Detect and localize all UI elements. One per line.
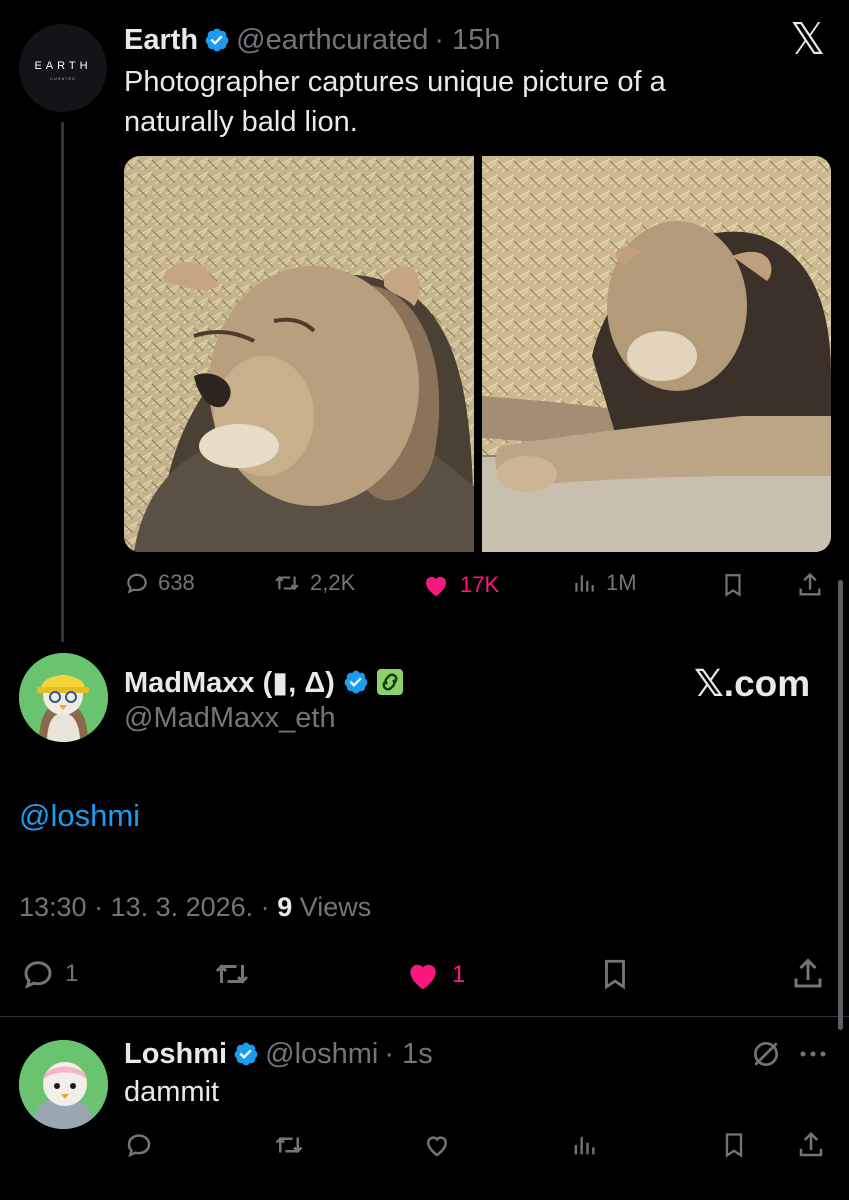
quoted-like-button[interactable]: 17K (420, 570, 499, 600)
main-bookmark-button[interactable] (598, 954, 632, 994)
timestamp-row: 13:30 · 13. 3. 2026. · 9 Views (19, 892, 371, 923)
heart-filled-icon (410, 964, 436, 990)
quoted-text-line2: naturally bald lion. (124, 106, 358, 138)
scrollbar[interactable] (838, 580, 843, 1030)
reply-icon (24, 961, 52, 989)
penguin-avatar-icon (19, 1040, 108, 1129)
reply-bookmark-button[interactable] (720, 1130, 748, 1160)
more-options-icon[interactable] (798, 1044, 828, 1069)
quoted-header: Earth @earthcurated · 15h (124, 20, 501, 60)
repost-icon (275, 576, 299, 590)
timestamp[interactable]: 13:30 · 13. 3. 2026. · (19, 892, 277, 922)
verified-badge-icon (234, 1042, 258, 1066)
earth-avatar[interactable]: EARTH CURATED (19, 24, 107, 112)
madmaxx-avatar[interactable] (19, 653, 108, 742)
share-icon (799, 572, 821, 596)
reply-like-button[interactable] (420, 1130, 454, 1160)
mention-link[interactable]: @loshmi (19, 798, 140, 834)
main-like-count: 1 (452, 961, 466, 988)
main-author-name[interactable]: MadMaxx (▮, Δ) (124, 665, 335, 700)
reply-views-button[interactable] (570, 1130, 598, 1160)
x-logo[interactable]: 𝕏 (790, 14, 825, 65)
quoted-views-button[interactable]: 1M (570, 570, 637, 596)
bookmark-icon (605, 959, 625, 990)
quoted-reply-count: 638 (158, 570, 195, 595)
reply-icon (127, 1134, 151, 1158)
main-reply-button[interactable]: 1 (19, 956, 78, 992)
affiliate-badge-icon[interactable] (376, 669, 403, 695)
quoted-reply-button[interactable]: 638 (124, 570, 195, 596)
divider (0, 1016, 849, 1017)
loshmi-avatar[interactable] (19, 1040, 108, 1129)
reply-author-name[interactable]: Loshmi (124, 1038, 227, 1071)
verified-badge-icon (344, 670, 368, 694)
quoted-author-name[interactable]: Earth (124, 24, 198, 57)
heart-filled-icon (426, 576, 446, 597)
main-author-handle[interactable]: @MadMaxx_eth (124, 702, 336, 735)
quoted-author-handle[interactable]: @earthcurated (236, 24, 428, 57)
reply-header: Loshmi @loshmi · 1s (124, 1034, 433, 1074)
reply-repost-button[interactable] (272, 1130, 306, 1160)
repost-icon (275, 1136, 303, 1154)
quoted-text: Photographer captures unique picture of … (124, 62, 666, 142)
quoted-bookmark-button[interactable] (720, 570, 746, 600)
thread-line (61, 122, 64, 642)
main-reply-count: 1 (65, 960, 79, 987)
bookmark-icon (725, 1133, 743, 1158)
avatar-logo-text: EARTH (34, 60, 92, 72)
views-label: Views (292, 892, 372, 922)
quoted-views-count: 1M (606, 570, 637, 595)
lion-photo-1[interactable] (124, 156, 474, 552)
verified-badge-icon (205, 28, 229, 52)
share-icon (794, 958, 822, 988)
bookmark-icon (725, 574, 741, 597)
grok-icon[interactable] (750, 1038, 782, 1075)
quoted-share-button[interactable] (796, 570, 824, 600)
repost-icon (215, 964, 249, 984)
main-author-row: MadMaxx (▮, Δ) (124, 662, 403, 702)
reply-time[interactable]: · 1s (384, 1038, 432, 1071)
reply-share-button[interactable] (796, 1130, 826, 1160)
heart-outline-icon (426, 1136, 448, 1157)
quoted-like-count: 17K (460, 572, 500, 597)
views-icon (574, 1136, 595, 1155)
main-share-button[interactable] (790, 954, 826, 994)
reply-reply-button[interactable] (124, 1130, 154, 1160)
views-count: 9 (277, 892, 293, 922)
quoted-repost-button[interactable]: 2,2K (272, 570, 355, 596)
quoted-repost-count: 2,2K (310, 570, 356, 595)
reply-text: dammit (124, 1076, 220, 1108)
avatar-logo-sub: CURATED (49, 76, 77, 81)
share-icon (799, 1131, 823, 1157)
reply-icon (127, 573, 147, 594)
quoted-text-line1: Photographer captures unique picture of … (124, 66, 666, 98)
lion-closeup-image (124, 156, 474, 552)
quoted-time[interactable]: · 15h (434, 24, 500, 57)
xcom-brand[interactable]: 𝕏.com (694, 662, 810, 705)
views-icon (575, 575, 594, 592)
main-like-button[interactable]: 1 (402, 956, 465, 994)
lion-photo-2[interactable] (482, 156, 831, 552)
main-repost-button[interactable] (212, 956, 252, 992)
lion-lying-image (482, 156, 831, 552)
reply-author-handle[interactable]: @loshmi (265, 1038, 378, 1071)
penguin-hardhat-avatar-icon (19, 653, 108, 742)
